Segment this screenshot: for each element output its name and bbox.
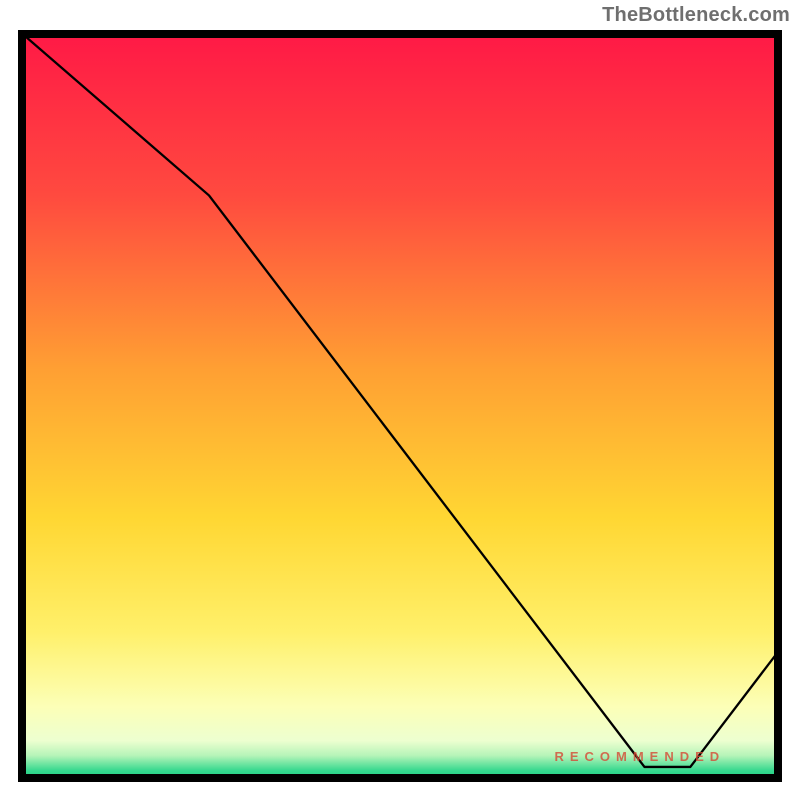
chart-stage: TheBottleneck.com RECOMMENDED <box>0 0 800 800</box>
bottleneck-chart: RECOMMENDED <box>0 0 800 800</box>
background-gradient <box>18 30 782 782</box>
plot-area: RECOMMENDED <box>18 30 782 782</box>
recommended-annotation: RECOMMENDED <box>554 749 725 764</box>
